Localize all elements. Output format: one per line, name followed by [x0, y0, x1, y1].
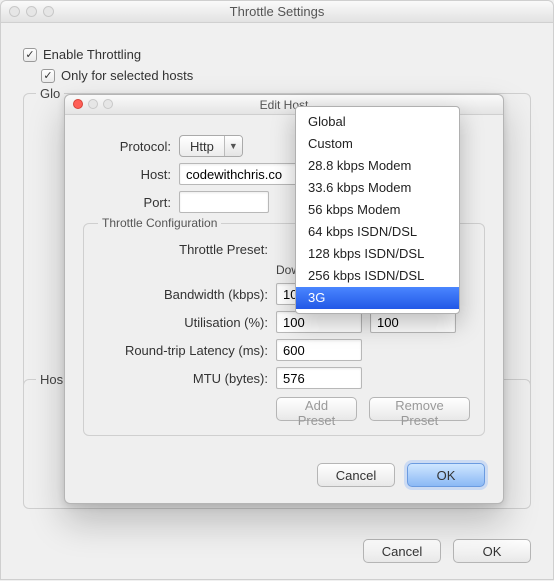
- mtu-input[interactable]: [276, 367, 362, 389]
- preset-menu-item[interactable]: 56 kbps Modem: [296, 199, 459, 221]
- protocol-label: Protocol:: [83, 139, 171, 154]
- protocol-value: Http: [180, 136, 224, 156]
- preset-menu-item[interactable]: Custom: [296, 133, 459, 155]
- preset-menu-item[interactable]: 28.8 kbps Modem: [296, 155, 459, 177]
- utilisation-row: Utilisation (%):: [98, 311, 470, 333]
- ok-button[interactable]: OK: [453, 539, 531, 563]
- window-button-row: Cancel OK: [363, 539, 531, 563]
- preset-menu-item[interactable]: 256 kbps ISDN/DSL: [296, 265, 459, 287]
- traffic-lights: [9, 6, 54, 17]
- config-title: Throttle Configuration: [98, 216, 221, 230]
- sheet-cancel-button[interactable]: Cancel: [317, 463, 395, 487]
- utilisation-download-input[interactable]: [276, 311, 362, 333]
- sheet-button-row: Cancel OK: [317, 463, 485, 487]
- bandwidth-label: Bandwidth (kbps):: [98, 287, 268, 302]
- only-hosts-row: ✓ Only for selected hosts: [41, 68, 531, 83]
- host-label: Host:: [83, 167, 171, 182]
- remove-preset-button[interactable]: Remove Preset: [369, 397, 470, 421]
- latency-label: Round-trip Latency (ms):: [98, 343, 268, 358]
- enable-throttling-label: Enable Throttling: [43, 47, 141, 62]
- preset-menu-item[interactable]: 128 kbps ISDN/DSL: [296, 243, 459, 265]
- preset-menu-item[interactable]: 33.6 kbps Modem: [296, 177, 459, 199]
- only-hosts-checkbox[interactable]: ✓: [41, 69, 55, 83]
- hosts-group-label: Hos: [36, 372, 67, 387]
- minimize-icon[interactable]: [26, 6, 37, 17]
- protocol-select[interactable]: Http ▼: [179, 135, 243, 157]
- zoom-icon: [103, 99, 113, 109]
- port-input[interactable]: [179, 191, 269, 213]
- enable-throttling-checkbox[interactable]: ✓: [23, 48, 37, 62]
- zoom-icon[interactable]: [43, 6, 54, 17]
- enable-throttling-row: ✓ Enable Throttling: [23, 47, 531, 62]
- chevron-down-icon: ▼: [224, 136, 242, 156]
- preset-menu-item[interactable]: 3G: [296, 287, 459, 309]
- mtu-row: MTU (bytes):: [98, 367, 470, 389]
- minimize-icon: [88, 99, 98, 109]
- only-hosts-label: Only for selected hosts: [61, 68, 193, 83]
- add-preset-button[interactable]: Add Preset: [276, 397, 357, 421]
- preset-button-row: Add Preset Remove Preset: [276, 397, 470, 421]
- close-icon[interactable]: [9, 6, 20, 17]
- sheet-ok-button[interactable]: OK: [407, 463, 485, 487]
- port-label: Port:: [83, 195, 171, 210]
- mtu-label: MTU (bytes):: [98, 371, 268, 386]
- global-group-label: Glo: [36, 86, 64, 101]
- sheet-traffic-lights: [73, 99, 113, 109]
- preset-menu-item[interactable]: 64 kbps ISDN/DSL: [296, 221, 459, 243]
- window-titlebar: Throttle Settings: [1, 1, 553, 23]
- utilisation-upload-input[interactable]: [370, 311, 456, 333]
- throttle-preset-menu[interactable]: GlobalCustom28.8 kbps Modem33.6 kbps Mod…: [295, 106, 460, 314]
- preset-menu-item[interactable]: Global: [296, 111, 459, 133]
- latency-row: Round-trip Latency (ms):: [98, 339, 470, 361]
- window-title: Throttle Settings: [230, 4, 325, 19]
- close-icon[interactable]: [73, 99, 83, 109]
- utilisation-label: Utilisation (%):: [98, 315, 268, 330]
- latency-input[interactable]: [276, 339, 362, 361]
- preset-label: Throttle Preset:: [98, 242, 268, 257]
- cancel-button[interactable]: Cancel: [363, 539, 441, 563]
